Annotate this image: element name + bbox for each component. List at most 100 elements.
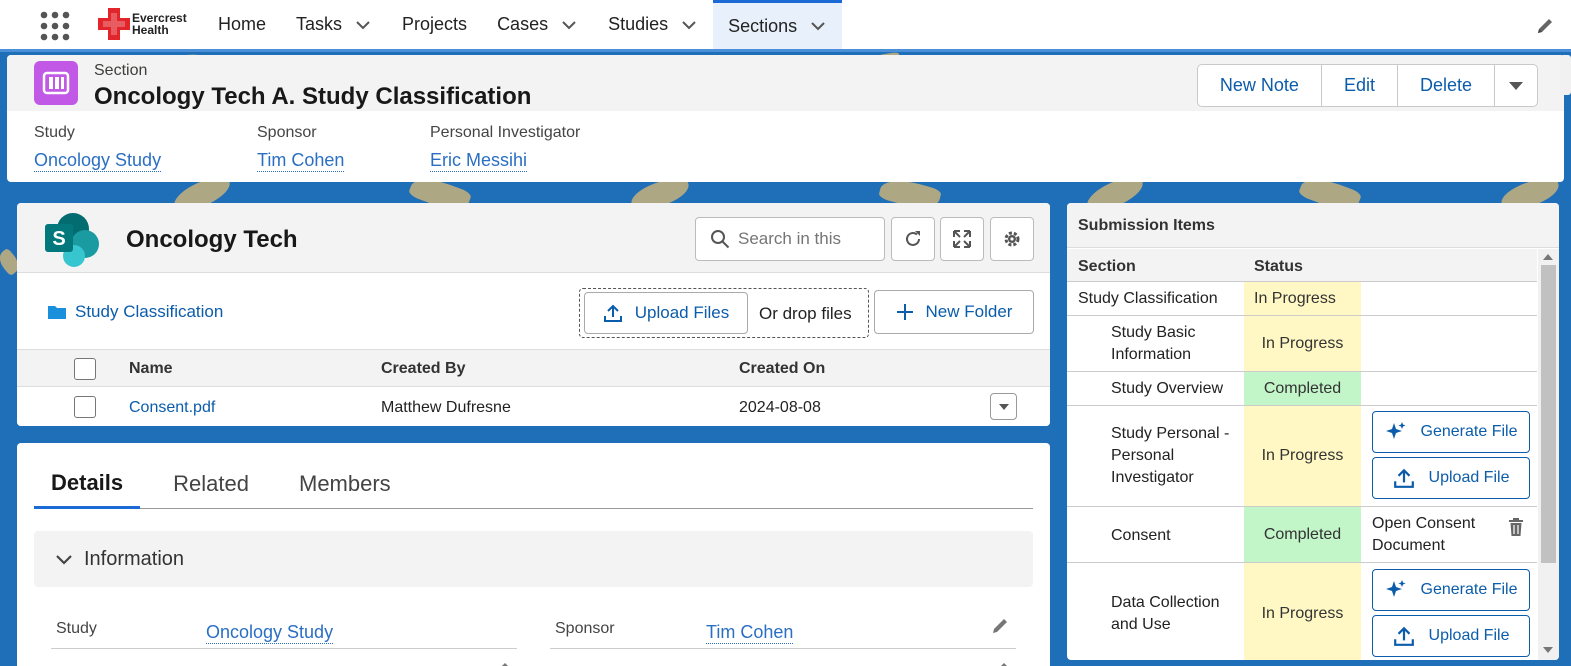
nav-item-sections[interactable]: Sections [713, 0, 843, 49]
tab-details[interactable]: Details [34, 459, 141, 509]
upload-icon [1393, 468, 1414, 488]
submission-name: Study Basic Information [1111, 324, 1196, 363]
triangle-down-icon [998, 403, 1009, 410]
file-created-on: 2024-08-08 [739, 399, 821, 416]
field-label: Study [34, 124, 75, 141]
sponsor-link[interactable]: Tim Cohen [257, 150, 345, 172]
nav-label: Tasks [296, 14, 343, 34]
edit-button[interactable]: Edit [1322, 65, 1398, 106]
files-title: Oncology Tech [126, 226, 298, 253]
submission-table-header: Section Status [1067, 249, 1537, 282]
files-card: S Oncology Tech Study Classification Upl… [17, 203, 1050, 426]
file-drop-zone[interactable]: Upload Files Or drop files [579, 288, 869, 338]
generate-file-button[interactable]: Generate File [1372, 411, 1530, 453]
files-table-header: Name Created By Created On [17, 349, 1050, 387]
select-all-checkbox[interactable] [74, 358, 96, 380]
nav-item-home[interactable]: Home [203, 0, 281, 49]
edit-pencil-icon[interactable] [491, 660, 511, 666]
file-name-link[interactable]: Consent.pdf [129, 399, 215, 417]
chevron-down-icon [56, 555, 72, 565]
generate-file-button[interactable]: Generate File [1372, 569, 1530, 611]
submission-name: Study Overview [1111, 380, 1224, 397]
field-label: Study [56, 620, 97, 637]
upload-icon [1393, 626, 1414, 646]
plus-icon [896, 304, 913, 320]
expand-button[interactable] [940, 217, 984, 261]
column-header-name[interactable]: Name [129, 360, 173, 378]
chevron-down-icon[interactable] [560, 16, 578, 34]
record-header: Section Oncology Tech A. Study Classific… [7, 55, 1564, 182]
settings-button[interactable] [990, 217, 1034, 261]
row-checkbox[interactable] [74, 396, 96, 418]
column-header-created-by[interactable]: Created By [381, 360, 465, 378]
chevron-down-icon[interactable] [809, 17, 827, 35]
scroll-thumb[interactable] [1541, 265, 1556, 563]
study-link[interactable]: Oncology Study [206, 622, 334, 644]
expand-icon [953, 230, 971, 248]
highlight-field-investigator: Personal Investigator Eric Messihi [430, 124, 580, 172]
submission-row: Data Collection and Use In Progress Gene… [1067, 563, 1537, 660]
edit-pencil-icon[interactable] [990, 616, 1010, 636]
study-link[interactable]: Oncology Study [34, 150, 162, 172]
tab-related[interactable]: Related [156, 459, 266, 509]
app-launcher-icon[interactable] [40, 11, 70, 41]
triangle-down-icon [1509, 81, 1523, 90]
sponsor-link[interactable]: Tim Cohen [706, 622, 794, 644]
refresh-button[interactable] [891, 217, 935, 261]
edit-pencil-icon[interactable] [1535, 16, 1555, 36]
scroll-up-arrow[interactable] [1543, 254, 1553, 260]
global-header: Evercrest Health Home Tasks Projects Cas… [0, 0, 1571, 52]
section-title: Information [84, 547, 185, 570]
submission-row: Consent Completed Open Consent Document [1067, 507, 1537, 563]
nav-item-studies[interactable]: Studies [593, 0, 713, 49]
nav-item-cases[interactable]: Cases [482, 0, 593, 49]
tab-members[interactable]: Members [282, 459, 408, 509]
upload-file-label: Upload File [1428, 469, 1510, 486]
status-badge: In Progress [1244, 406, 1361, 506]
row-actions-button[interactable] [990, 393, 1017, 420]
refresh-icon [906, 231, 920, 246]
new-folder-button[interactable]: New Folder [874, 290, 1034, 334]
brand-line-2: Health [132, 23, 169, 37]
nav-item-tasks[interactable]: Tasks [281, 0, 387, 49]
column-header-status: Status [1254, 258, 1303, 275]
scroll-down-arrow[interactable] [1543, 647, 1553, 653]
new-note-button[interactable]: New Note [1198, 65, 1322, 106]
upload-file-button[interactable]: Upload File [1372, 457, 1530, 499]
edit-pencil-icon[interactable] [990, 660, 1010, 666]
more-actions-button[interactable] [1495, 65, 1537, 106]
information-section-toggle[interactable]: Information [34, 531, 1033, 587]
delete-button[interactable]: Delete [1398, 65, 1495, 106]
record-tabs: Details Related Members [34, 459, 1033, 509]
file-created-by: Matthew Dufresne [381, 399, 511, 416]
search-input[interactable] [738, 229, 868, 249]
nav-item-projects[interactable]: Projects [387, 0, 482, 49]
page-scrollbar[interactable] [1560, 55, 1571, 95]
generate-file-label: Generate File [1420, 423, 1518, 440]
search-box[interactable] [695, 217, 885, 261]
nav-label: Studies [608, 14, 669, 34]
chevron-down-icon[interactable] [680, 16, 698, 34]
sparkle-icon [1385, 422, 1406, 439]
highlight-field-study: Study Oncology Study [34, 124, 162, 172]
investigator-link[interactable]: Eric Messihi [430, 150, 528, 172]
column-header-created-on[interactable]: Created On [739, 360, 825, 378]
submission-name: Study Classification [1078, 290, 1218, 307]
detail-field-study: Study Oncology Study [51, 611, 517, 649]
status-badge: In Progress [1244, 563, 1361, 660]
chevron-down-icon[interactable] [354, 16, 372, 34]
column-header-section: Section [1078, 258, 1136, 275]
trash-icon[interactable] [1507, 517, 1525, 537]
upload-file-button[interactable]: Upload File [1372, 615, 1530, 657]
upload-files-button[interactable]: Upload Files [584, 292, 748, 334]
brand-logo[interactable]: Evercrest Health [96, 6, 196, 42]
section-object-icon [34, 61, 78, 105]
nav-label: Home [218, 14, 267, 34]
submission-name: Study Personal - Personal Investigator [1111, 425, 1230, 486]
open-consent-document-link[interactable]: Open Consent Document [1372, 513, 1497, 557]
folder-breadcrumb[interactable]: Study Classification [47, 302, 223, 322]
page-title: Oncology Tech A. Study Classification [94, 83, 532, 110]
upload-icon [603, 304, 622, 322]
submission-scrollbar[interactable] [1538, 249, 1559, 660]
status-badge: Completed [1244, 372, 1361, 405]
